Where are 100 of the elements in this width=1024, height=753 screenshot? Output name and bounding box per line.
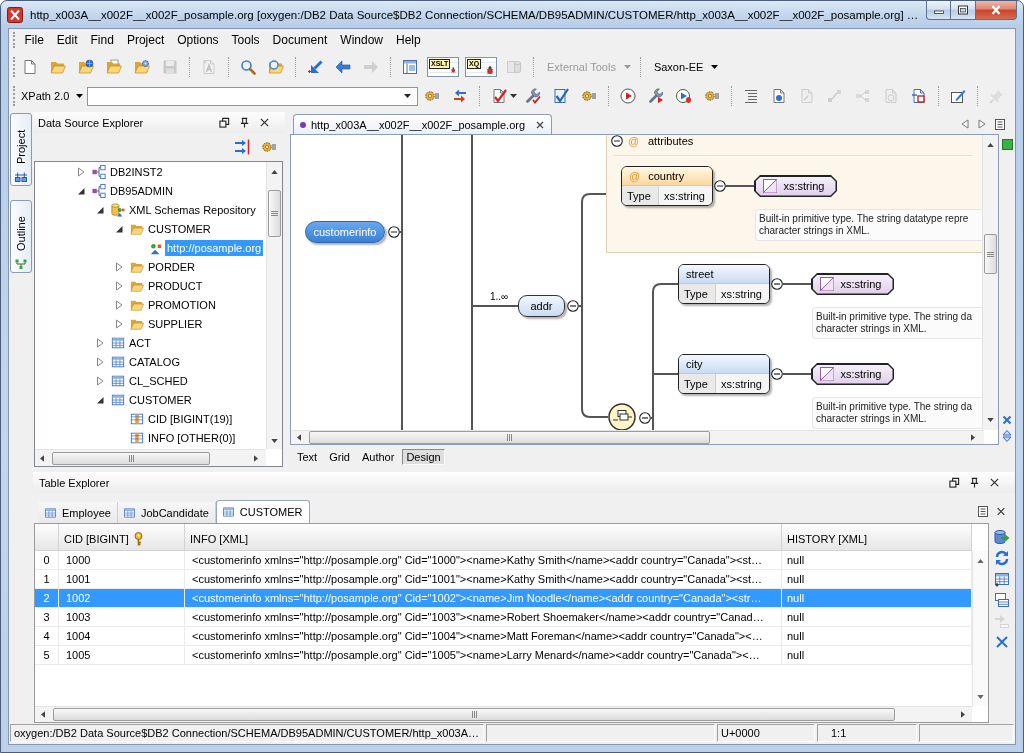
expand-arrow-icon[interactable] (115, 318, 123, 329)
mode-tab[interactable]: Design (402, 449, 445, 465)
delete-icon[interactable] (994, 634, 1010, 650)
scroll-up-arrow-icon[interactable] (977, 559, 984, 563)
expand-arrow-icon[interactable] (77, 166, 85, 177)
indent-lines-icon[interactable] (743, 88, 760, 104)
table-row[interactable]: 4 1004 <customerinfo xmlns="http://posample.org" Cid="1004"><name>Matt Foreman</name><addr country="Canada"><… null (35, 627, 972, 646)
side-view-tab[interactable]: Outline (10, 200, 32, 273)
table-tab[interactable]: Employee (39, 502, 118, 523)
new-file-icon[interactable] (22, 58, 38, 75)
tree-item[interactable]: ACT (127, 334, 153, 351)
table-row[interactable]: 5 1005 <customerinfo xmlns="http://posample.org" Cid="1005"><name>Larry Menard</name><addr country="Canada"><… null (35, 646, 972, 665)
scroll-down-arrow-icon[interactable] (987, 418, 994, 422)
database-arrow-icon[interactable] (994, 529, 1010, 545)
scroll-up-arrow-icon[interactable] (987, 143, 994, 147)
tree-item[interactable]: CID [BIGINT(19)] (146, 410, 235, 427)
expand-arrow-icon[interactable] (96, 375, 104, 386)
minus-circle-icon[interactable] (639, 412, 651, 424)
scroll-down-arrow-icon[interactable] (977, 695, 984, 699)
restore-icon[interactable] (219, 117, 230, 128)
list-menu-icon[interactable] (978, 505, 988, 517)
menu-item[interactable]: Window (333, 31, 390, 49)
refresh-icon[interactable] (994, 550, 1010, 566)
close-icon[interactable] (996, 505, 1006, 517)
folder-gear-icon[interactable] (134, 58, 150, 75)
close-button[interactable] (976, 1, 1017, 20)
up-down-arrows-icon[interactable] (1002, 429, 1012, 443)
restore-icon[interactable] (949, 477, 960, 488)
wrench-run-icon[interactable] (648, 88, 665, 104)
minimize-button[interactable] (926, 1, 951, 20)
expand-arrow-icon[interactable] (96, 337, 104, 348)
scroll-left-arrow-icon[interactable] (40, 454, 44, 462)
scrollbar-thumb[interactable] (53, 708, 895, 721)
scroll-left-arrow-icon[interactable] (297, 434, 301, 441)
element-node[interactable]: addr (518, 295, 565, 317)
document-check-icon[interactable] (553, 88, 570, 104)
sync-arrows-icon[interactable] (234, 139, 252, 155)
scroll-right-arrow-icon[interactable] (971, 434, 975, 441)
editor-tab[interactable]: http_x003A__x002F__x002F_posample.org (293, 114, 553, 134)
document-check-icon[interactable] (491, 88, 508, 104)
menu-item[interactable]: Edit (50, 31, 85, 49)
gear-list-icon[interactable] (424, 88, 441, 104)
minus-circle-icon[interactable] (388, 226, 400, 238)
caret-icon[interactable] (510, 94, 518, 98)
tree-item[interactable]: SUPPLIER (146, 315, 205, 332)
scrollbar-thumb[interactable] (52, 451, 210, 465)
collapse-arrow-icon[interactable] (96, 394, 104, 405)
wrench-check-icon[interactable] (525, 88, 542, 104)
back-arrow-icon[interactable] (335, 58, 351, 75)
close-icon[interactable] (536, 120, 545, 129)
xpath-combo-field[interactable] (87, 86, 419, 106)
element-box[interactable]: street Type xs:string (678, 264, 770, 304)
element-box[interactable]: city Type xs:string (678, 354, 770, 394)
debug-run-icon[interactable] (676, 88, 693, 104)
expand-arrow-icon[interactable] (96, 356, 104, 367)
tree-item[interactable]: XML Schemas Repository (127, 201, 258, 218)
menu-item[interactable]: Project (120, 31, 171, 49)
menu-item[interactable]: Help (389, 31, 428, 49)
menu-item[interactable]: Document (266, 31, 334, 49)
processor-dropdown[interactable]: Saxon-EE (645, 60, 723, 73)
table-rows-icon[interactable] (994, 592, 1010, 608)
document-edit-icon[interactable] (950, 88, 967, 104)
left-arrow-icon[interactable] (961, 119, 969, 129)
column-header[interactable]: INFO [XML] (185, 524, 782, 550)
type-node[interactable]: xs:string (811, 273, 894, 295)
table-row[interactable]: 0 1000 <customerinfo xmlns="http://posample.org" Cid="1000"><name>Kathy Smith</name><addr country="Canada"><st… null (35, 551, 972, 570)
element-box[interactable]: @ country Type xs:string (621, 166, 713, 206)
tree-item[interactable]: CATALOG (127, 353, 182, 370)
vertical-scrollbar[interactable] (982, 135, 998, 430)
menu-item[interactable]: Tools (225, 31, 267, 49)
minus-circle-icon[interactable] (771, 368, 783, 380)
mode-tab[interactable]: Text (293, 449, 322, 465)
table-tab[interactable]: JobCandidate (117, 502, 216, 523)
scroll-right-arrow-icon[interactable] (961, 711, 965, 718)
scroll-down-arrow-icon[interactable] (271, 439, 278, 443)
expand-arrow-icon[interactable] (115, 299, 123, 310)
scroll-left-arrow-icon[interactable] (41, 711, 45, 718)
tree-item[interactable]: DB95ADMIN (108, 182, 175, 199)
minus-circle-icon[interactable] (771, 278, 783, 290)
pin-icon[interactable] (239, 117, 250, 128)
tree-item[interactable]: DB2INST2 (108, 163, 165, 180)
close-icon[interactable] (989, 477, 1000, 488)
tree-item[interactable]: PRODUCT (146, 277, 205, 294)
scrollbar-thumb[interactable] (309, 431, 710, 444)
side-view-tab[interactable]: Project (10, 113, 32, 186)
document-transfer-icon[interactable] (911, 88, 928, 104)
scroll-up-arrow-icon[interactable] (271, 170, 278, 174)
table-row[interactable]: 3 1003 <customerinfo xmlns="http://posample.org" Cid="1003"><name>Robert Shoemaker</name><addr country="Canad… null (35, 608, 972, 627)
pin-icon[interactable] (969, 477, 980, 488)
gear-list-icon[interactable] (704, 88, 721, 104)
collapse-arrow-icon[interactable] (96, 204, 104, 215)
horizontal-scrollbar[interactable] (35, 706, 972, 722)
gear-list-icon[interactable] (581, 88, 598, 104)
minus-circle-icon[interactable] (714, 180, 726, 192)
gear-list-icon[interactable] (261, 139, 277, 155)
folder-search-icon[interactable] (268, 58, 284, 75)
tree-item[interactable]: INFO [OTHER(0)] (146, 429, 238, 446)
dropdown-arrow-icon[interactable] (404, 94, 412, 98)
collapse-arrow-icon[interactable] (115, 223, 123, 234)
type-node[interactable]: xs:string (754, 175, 837, 197)
